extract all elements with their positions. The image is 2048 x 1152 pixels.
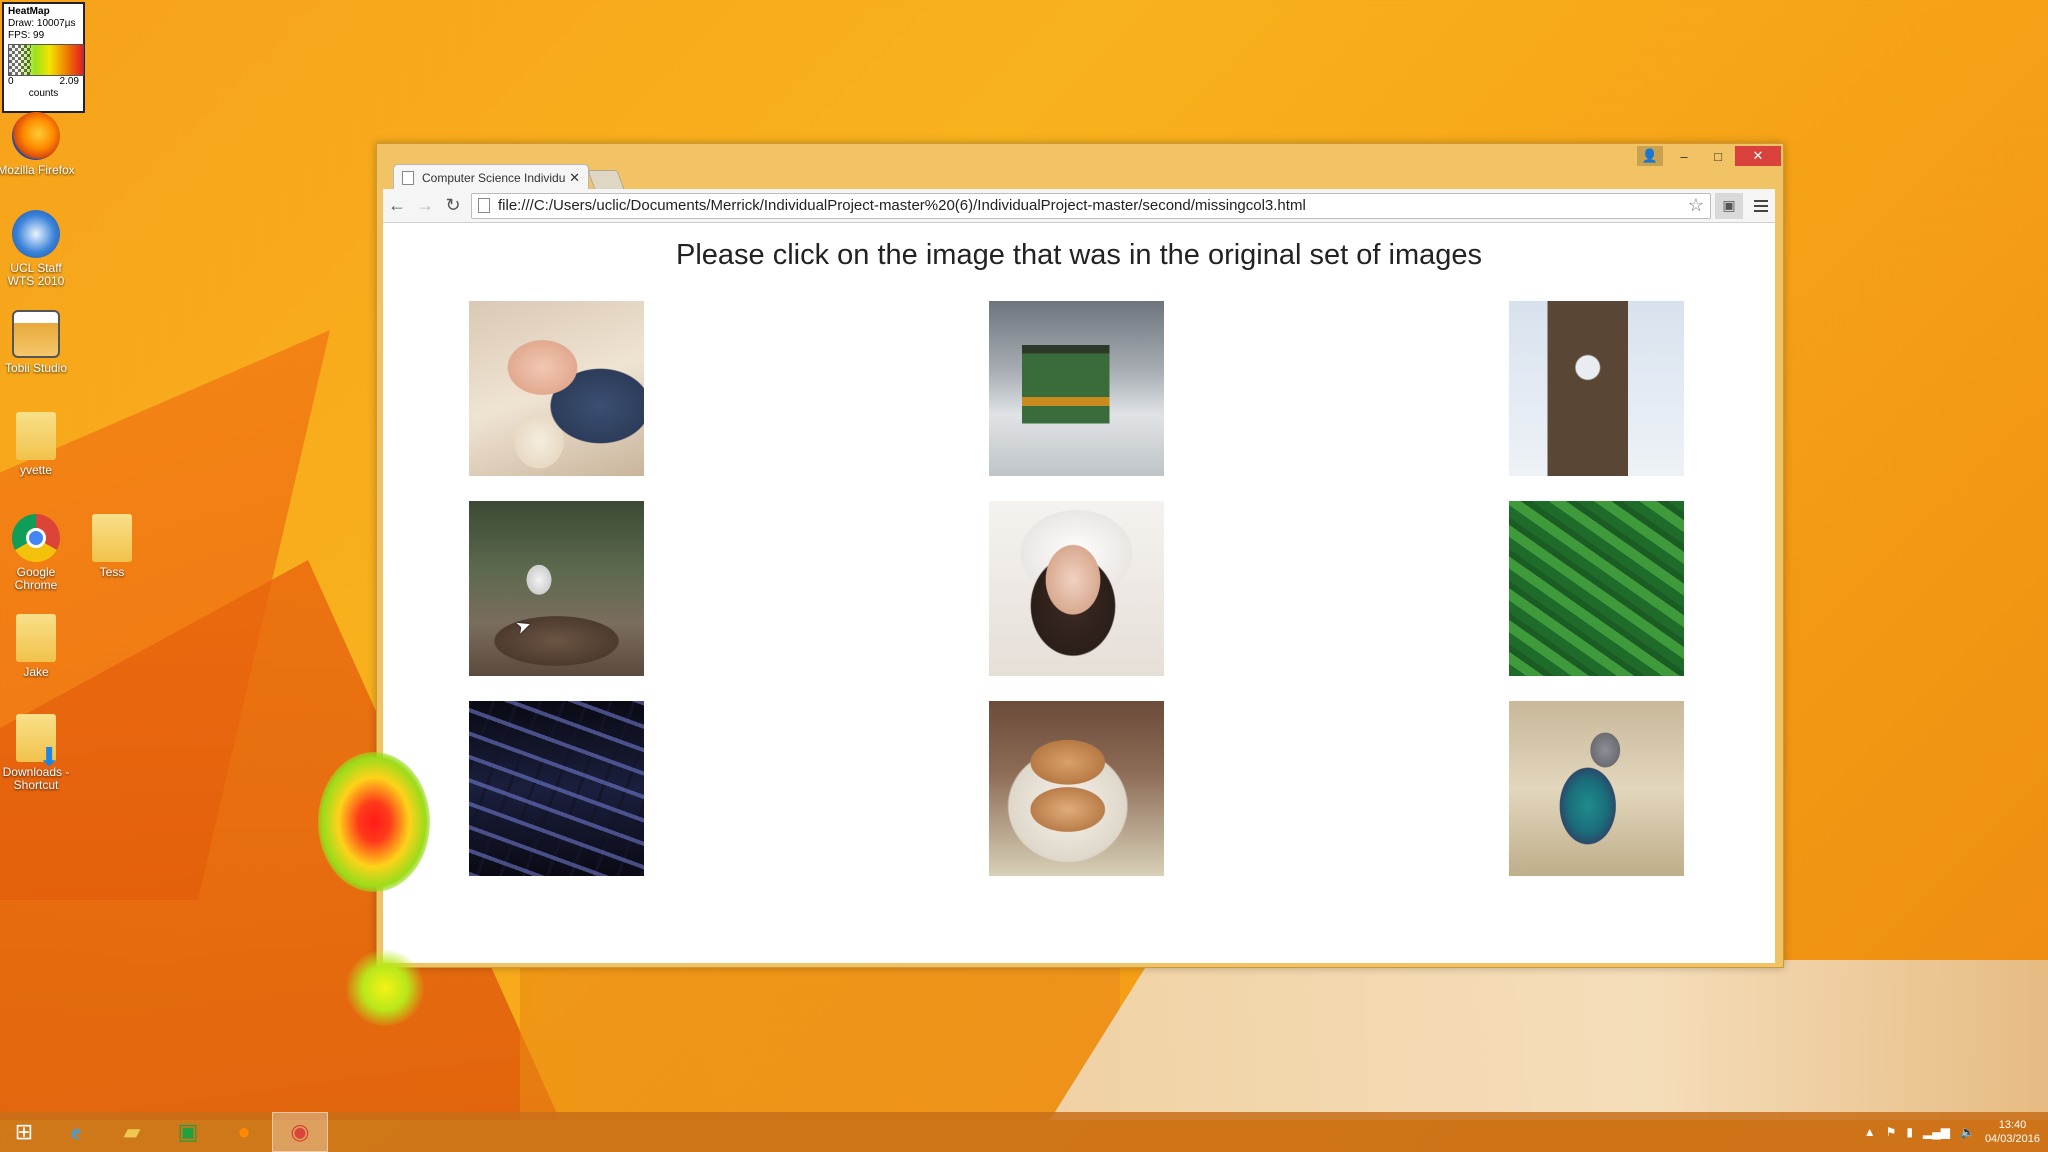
gaze-heat-blob [345, 950, 425, 1026]
desktop-icon-ucl-staff[interactable]: UCL Staff WTS 2010 [0, 210, 76, 288]
desktop-icon-label: Mozilla Firefox [0, 163, 75, 177]
clock-date: 04/03/2016 [1984, 1133, 2040, 1145]
heatmap-draw-time: Draw: 10007µs [8, 18, 76, 29]
tobii-studio-icon [12, 310, 60, 358]
image-cucumbers[interactable] [1509, 501, 1684, 676]
folder-icon [16, 412, 56, 460]
image-sleeping-baby[interactable] [469, 301, 644, 476]
taskbar: ⊞ e ▰ ▣ ● ◉ ▲ ⚑ ▮ ▂▄▆ 🔈 13:40 04/03/2016 [0, 1112, 2048, 1152]
image-keyboard[interactable] [469, 701, 644, 876]
page-icon [402, 170, 414, 185]
browser-tab[interactable]: Computer Science Individu ✕ [393, 164, 589, 190]
wallpaper-shape [1050, 960, 2048, 1120]
tray-expand-icon[interactable]: ▲ [1864, 1125, 1876, 1139]
page-content: Please click on the image that was in th… [383, 223, 1775, 963]
heatmap-max: 2.09 [59, 76, 79, 87]
image-pigeon[interactable] [1509, 701, 1684, 876]
internet-explorer-icon: e [71, 1119, 81, 1144]
page-title: Please click on the image that was in th… [676, 239, 1482, 271]
folder-icon: ▰ [123, 1119, 141, 1144]
heatmap-color-scale [8, 44, 84, 76]
user-profile-button[interactable]: 👤 [1637, 146, 1663, 166]
desktop-icon-yvette[interactable]: yvette [0, 412, 76, 477]
folder-icon [92, 514, 132, 562]
tab-title: Computer Science Individu [422, 170, 566, 185]
minimize-button[interactable]: – [1667, 146, 1701, 166]
chrome-icon: ◉ [290, 1119, 310, 1144]
windows-logo-icon: ⊞ [14, 1119, 34, 1144]
image-hot-dogs[interactable] [989, 701, 1164, 876]
desktop-icon-chrome[interactable]: Google Chrome [0, 514, 76, 592]
desktop-icon-label: Google Chrome [14, 565, 58, 592]
close-button[interactable]: ✕ [1735, 146, 1781, 166]
volume-icon[interactable]: 🔈 [1960, 1125, 1975, 1139]
battery-icon[interactable]: ▮ [1906, 1125, 1913, 1139]
image-headphones-on-path[interactable] [469, 501, 644, 676]
start-button[interactable]: ⊞ [0, 1112, 48, 1152]
window-controls: 👤 – □ ✕ [1637, 146, 1781, 166]
heatmap-unit: counts [28, 88, 59, 99]
arrow-right-icon: → [416, 195, 434, 215]
extension-button[interactable]: ▣ [1715, 192, 1743, 219]
store-icon: ▣ [177, 1119, 199, 1144]
address-bar[interactable]: file:///C:/Users/uclic/Documents/Merrick… [471, 192, 1711, 219]
taskbar-firefox[interactable]: ● [216, 1112, 272, 1152]
clock-time: 13:40 [1998, 1119, 2027, 1131]
system-tray: ▲ ⚑ ▮ ▂▄▆ 🔈 13:40 04/03/2016 [1864, 1112, 2040, 1152]
desktop-icon-tobii[interactable]: Tobii Studio [0, 310, 76, 375]
tab-close-icon[interactable]: ✕ [569, 170, 580, 186]
firefox-icon: ● [237, 1119, 251, 1144]
image-woman-in-winter-hood[interactable] [989, 501, 1164, 676]
desktop-icon-label: yvette [19, 463, 52, 477]
network-icon[interactable]: ▂▄▆ [1923, 1125, 1950, 1139]
url-text: file:///C:/Users/uclic/Documents/Merrick… [498, 197, 1306, 214]
taskbar-store[interactable]: ▣ [160, 1112, 216, 1152]
desktop-icon-label: Tess [99, 565, 125, 579]
heatmap-title: HeatMap [8, 6, 50, 17]
image-train[interactable] [989, 301, 1164, 476]
folder-icon [16, 614, 56, 662]
heatmap-min: 0 [8, 76, 14, 87]
gaze-heat-blob [318, 752, 430, 892]
back-button[interactable]: ← [383, 192, 411, 220]
clock[interactable]: 13:40 04/03/2016 [1985, 1118, 2040, 1146]
bookmark-star-icon[interactable]: ☆ [1688, 195, 1704, 216]
wallpaper-shape [520, 960, 1120, 1120]
desktop-icon-tess[interactable]: Tess [72, 514, 152, 579]
desktop-icon-label: Jake [23, 665, 49, 679]
user-icon: 👤 [1641, 148, 1659, 163]
flag-icon[interactable]: ⚑ [1886, 1125, 1897, 1139]
reload-button[interactable]: ↻ [439, 192, 467, 220]
firefox-icon [12, 112, 60, 160]
forward-button[interactable]: → [411, 192, 439, 220]
taskbar-internet-explorer[interactable]: e [48, 1112, 104, 1152]
heatmap-legend: HeatMap Draw: 10007µs FPS: 99 0 2.09 cou… [2, 2, 85, 113]
desktop-icon-firefox[interactable]: Mozilla Firefox [0, 112, 76, 177]
remote-desktop-icon [12, 210, 60, 258]
desktop-icon-label: Tobii Studio [4, 361, 68, 375]
maximize-button[interactable]: □ [1701, 146, 1735, 166]
page-icon [478, 198, 490, 213]
downloads-folder-icon [16, 714, 60, 764]
hamburger-icon [1754, 199, 1768, 202]
desktop-icon-downloads[interactable]: Downloads - Shortcut [0, 714, 76, 792]
browser-toolbar: ← → ↻ file:///C:/Users/uclic/Documents/M… [383, 189, 1775, 223]
menu-button[interactable] [1747, 199, 1775, 212]
reload-icon: ↻ [445, 195, 461, 215]
image-clock-tower[interactable] [1509, 301, 1684, 476]
desktop-icon-jake[interactable]: Jake [0, 614, 76, 679]
taskbar-file-explorer[interactable]: ▰ [104, 1112, 160, 1152]
taskbar-chrome[interactable]: ◉ [272, 1112, 328, 1152]
extension-icon: ▣ [1722, 197, 1736, 213]
arrow-left-icon: ← [388, 195, 406, 215]
new-tab-button[interactable] [587, 170, 625, 190]
desktop-icon-label: UCL Staff WTS 2010 [7, 261, 65, 288]
browser-window: 👤 – □ ✕ Computer Science Individu ✕ ← → … [376, 143, 1784, 968]
chrome-icon [12, 514, 60, 562]
heatmap-fps: FPS: 99 [8, 30, 45, 41]
